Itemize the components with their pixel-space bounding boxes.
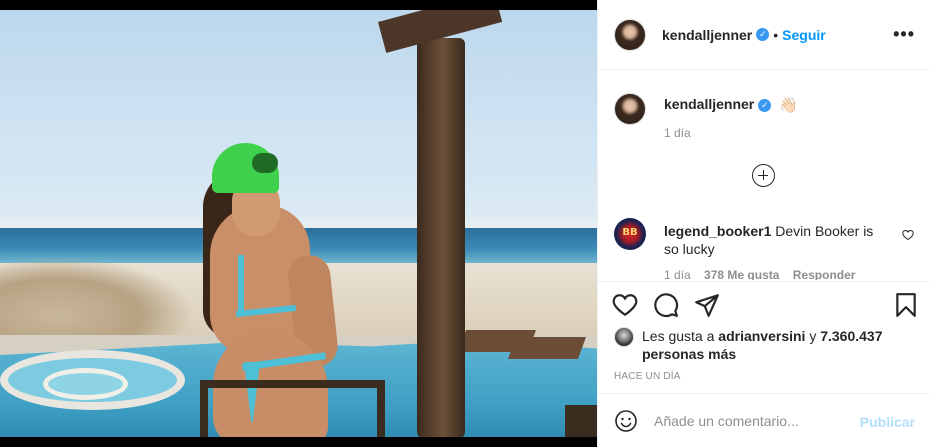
comment-input[interactable] bbox=[654, 412, 854, 429]
comment-likes-count[interactable]: 378 Me gusta bbox=[704, 268, 779, 280]
photo-chair bbox=[565, 405, 597, 437]
liker-username[interactable]: adrianversini bbox=[718, 328, 805, 344]
photo-lounger bbox=[507, 337, 587, 359]
follow-button[interactable]: Seguir bbox=[782, 27, 826, 43]
waving-hand-emoji: 👋🏻 bbox=[779, 97, 798, 114]
commenter-avatar[interactable] bbox=[614, 218, 646, 250]
liker-avatar[interactable] bbox=[614, 327, 634, 347]
photo-swimsuit-strap bbox=[238, 255, 244, 315]
like-heart-icon[interactable] bbox=[612, 292, 638, 318]
author-info: kendalljenner ✓ • Seguir bbox=[662, 27, 826, 43]
action-bar bbox=[598, 281, 930, 329]
commenter-username[interactable]: legend_booker1 bbox=[664, 223, 771, 239]
comment-like-heart-icon[interactable] bbox=[902, 229, 914, 241]
author-username[interactable]: kendalljenner bbox=[662, 27, 752, 43]
post-header: kendalljenner ✓ • Seguir ••• bbox=[598, 0, 930, 70]
load-more-comments-icon[interactable] bbox=[752, 164, 775, 187]
photo-green-cap bbox=[212, 143, 279, 193]
comment-time[interactable]: 1 día bbox=[664, 268, 691, 280]
emoji-smiley-icon[interactable] bbox=[614, 409, 638, 433]
post-timestamp[interactable]: HACE UN DÍA bbox=[614, 371, 681, 382]
caption-username[interactable]: kendalljenner bbox=[664, 96, 754, 112]
caption: kendalljenner ✓ 👋🏻 bbox=[614, 93, 798, 125]
likes-text: Les gusta a adrianversini y 7.360.437 pe… bbox=[642, 327, 914, 363]
verified-badge-icon: ✓ bbox=[758, 99, 772, 112]
comment-body: legend_booker1 Devin Booker is so lucky bbox=[664, 222, 879, 258]
publish-button[interactable]: Publicar bbox=[860, 414, 915, 430]
more-options-icon[interactable]: ••• bbox=[893, 25, 915, 43]
photo-chair bbox=[200, 380, 385, 437]
caption-text: kendalljenner ✓ 👋🏻 bbox=[664, 96, 798, 125]
share-paper-plane-icon[interactable] bbox=[694, 292, 720, 318]
photo-scene bbox=[0, 10, 597, 437]
likes-summary: Les gusta a adrianversini y 7.360.437 pe… bbox=[614, 327, 914, 363]
comment-reply-button[interactable]: Responder bbox=[793, 268, 856, 280]
caption-avatar[interactable] bbox=[614, 93, 646, 125]
post-side-panel: kendalljenner ✓ • Seguir ••• kendalljenn… bbox=[597, 0, 930, 447]
post-photo[interactable] bbox=[0, 0, 597, 447]
save-bookmark-icon[interactable] bbox=[893, 292, 919, 318]
photo-wooden-post bbox=[417, 38, 465, 437]
add-comment-bar: Publicar bbox=[598, 393, 930, 447]
comment-item: legend_booker1 Devin Booker is so lucky bbox=[614, 218, 914, 258]
likes-connector: y bbox=[809, 328, 817, 344]
photo-jacuzzi bbox=[0, 350, 185, 410]
comment-meta: 1 día 378 Me gusta Responder bbox=[664, 268, 865, 280]
comment-bubble-icon[interactable] bbox=[653, 292, 679, 318]
likes-prefix: Les gusta a bbox=[642, 328, 715, 344]
verified-badge-icon: ✓ bbox=[756, 28, 770, 41]
caption-time[interactable]: 1 día bbox=[664, 126, 691, 140]
author-avatar[interactable] bbox=[614, 18, 646, 51]
comments-section[interactable]: kendalljenner ✓ 👋🏻 1 día legend_booker1 D… bbox=[598, 71, 930, 280]
separator-dot: • bbox=[773, 26, 779, 43]
